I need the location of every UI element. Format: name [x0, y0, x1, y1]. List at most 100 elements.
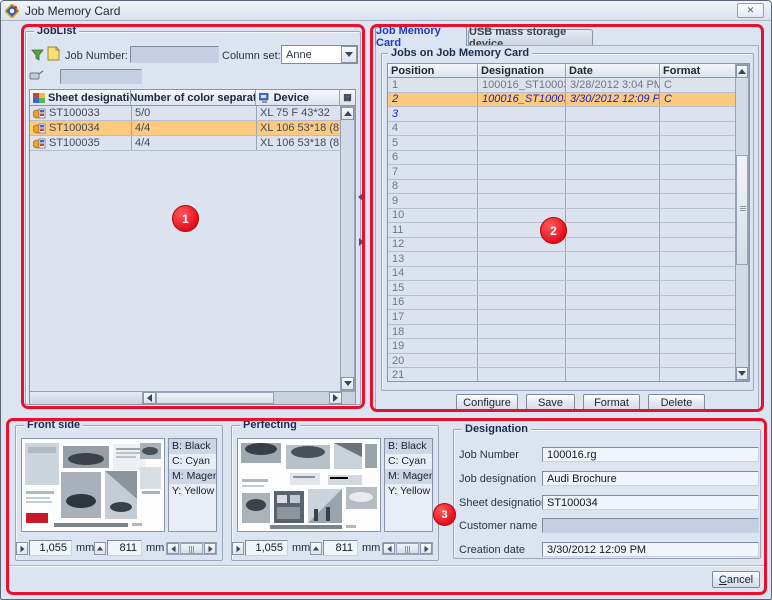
- save-button[interactable]: Save: [526, 394, 575, 411]
- scroll-left-button[interactable]: [167, 543, 179, 554]
- front-color-hscrollbar[interactable]: [166, 542, 217, 555]
- memory-card-vscrollbar[interactable]: [735, 64, 749, 381]
- table-configure-columns-button[interactable]: ▦: [340, 90, 355, 106]
- perfecting-color-hscrollbar[interactable]: [382, 542, 433, 555]
- column-header-format[interactable]: Format: [660, 64, 737, 78]
- joblist-row[interactable]: ST1000344/4XL 106 53*18 (811): [30, 121, 342, 136]
- clear-filter-icon[interactable]: [29, 70, 44, 84]
- memory-card-row[interactable]: 15: [388, 281, 737, 296]
- perfecting-width-field[interactable]: 1,055: [245, 540, 288, 556]
- arrow-right-icon: [236, 545, 240, 552]
- close-icon: ✕: [746, 5, 755, 15]
- arrow-left-icon: [171, 545, 175, 552]
- hscroll-thumb[interactable]: [180, 543, 203, 554]
- front-side-preview-image[interactable]: [21, 438, 165, 532]
- front-color-item: Y: Yellow: [172, 485, 215, 497]
- chevron-down-icon: [345, 52, 353, 57]
- arrow-down-icon: [738, 371, 746, 376]
- job-number-field[interactable]: 100016.rg: [542, 447, 759, 462]
- memory-card-row[interactable]: 21: [388, 368, 737, 381]
- joblist-vscrollbar[interactable]: [340, 106, 355, 391]
- tab-job-memory-card[interactable]: Job Memory Card: [375, 25, 467, 49]
- memory-card-row[interactable]: 8: [388, 179, 737, 195]
- perfecting-preview-image[interactable]: [237, 438, 381, 532]
- scroll-up-button[interactable]: [341, 107, 354, 120]
- joblist-row[interactable]: ST1000354/4XL 106 53*18 (811): [30, 136, 342, 151]
- memory-card-row[interactable]: 18: [388, 324, 737, 340]
- scroll-right-button[interactable]: [420, 543, 432, 554]
- vscroll-thumb[interactable]: [736, 155, 748, 265]
- memory-card-row[interactable]: 2100016_ST1000343/30/2012 12:09 PMC: [388, 92, 737, 108]
- front-height-field[interactable]: 811: [107, 540, 142, 556]
- joblist-hscrollbar[interactable]: [30, 391, 355, 404]
- arrow-right-icon: [424, 545, 428, 552]
- front-color-item: C: Cyan: [172, 455, 210, 467]
- job-number-input[interactable]: [130, 46, 219, 63]
- memory-card-row[interactable]: 20: [388, 353, 737, 369]
- scroll-left-button[interactable]: [383, 543, 395, 554]
- front-width-field[interactable]: 1,055: [29, 540, 72, 556]
- column-header-sheet-designation[interactable]: Sheet designation: [30, 90, 132, 106]
- column-header-date[interactable]: Date: [566, 64, 660, 78]
- perfecting-height-field[interactable]: 811: [323, 540, 358, 556]
- scroll-right-button[interactable]: [204, 543, 216, 554]
- front-height-direction-button[interactable]: [94, 542, 106, 555]
- memory-card-row[interactable]: 16: [388, 295, 737, 311]
- arrow-up-icon: [96, 546, 104, 551]
- column-set-select[interactable]: Anne: [281, 45, 358, 64]
- memory-card-row[interactable]: 1100016_ST1000333/28/2012 3:04 PMC: [388, 78, 737, 93]
- hscroll-thumb[interactable]: [156, 392, 274, 404]
- sheet-designation-field[interactable]: ST100034: [542, 495, 759, 510]
- front-width-direction-button[interactable]: [16, 542, 28, 555]
- memory-card-row[interactable]: 10: [388, 208, 737, 224]
- scroll-down-button[interactable]: [341, 377, 354, 390]
- tab-usb-mass-storage[interactable]: USB mass storage device: [468, 26, 593, 50]
- column-set-label: Column set:: [222, 50, 281, 62]
- joblist-table-body: ST100033 5/0 XL 75 F 43*32 ST100034 4/4 XL 10…: [30, 106, 342, 391]
- memory-card-table-body: 1100016_ST1000333/28/2012 3:04 PMC210001…: [388, 78, 737, 381]
- memory-card-row[interactable]: 3: [388, 107, 737, 122]
- splitter-grip[interactable]: [363, 208, 365, 230]
- memory-card-row[interactable]: 19: [388, 339, 737, 354]
- perfecting-width-direction-button[interactable]: [232, 542, 244, 555]
- memory-card-row[interactable]: 12: [388, 237, 737, 253]
- memory-card-row[interactable]: 13: [388, 252, 737, 267]
- cancel-button[interactable]: Cancel: [712, 571, 760, 588]
- arrow-left-icon: [387, 545, 391, 552]
- column-header-position[interactable]: Position: [388, 64, 478, 78]
- splitter-collapse-left-icon[interactable]: [358, 192, 363, 204]
- splitter-collapse-right-icon[interactable]: [359, 237, 364, 249]
- filter-icon[interactable]: [31, 48, 44, 64]
- delete-button[interactable]: Delete: [648, 394, 705, 411]
- memory-card-row[interactable]: 17: [388, 310, 737, 325]
- memory-card-row[interactable]: 7: [388, 165, 737, 180]
- job-note-icon[interactable]: [46, 45, 61, 64]
- hscroll-thumb[interactable]: [396, 543, 419, 554]
- memory-card-row[interactable]: 9: [388, 194, 737, 209]
- memory-card-row[interactable]: 6: [388, 150, 737, 166]
- close-button[interactable]: ✕: [737, 3, 764, 18]
- arrow-right-icon: [20, 545, 24, 552]
- column-set-dropdown-button[interactable]: [341, 46, 357, 63]
- memory-card-row[interactable]: 5: [388, 136, 737, 151]
- scroll-left-button[interactable]: [143, 392, 156, 404]
- joblist-group-label: JobList: [34, 25, 80, 37]
- memory-card-row[interactable]: 11: [388, 223, 737, 238]
- column-header-device[interactable]: Device: [255, 90, 341, 106]
- memory-card-row[interactable]: 14: [388, 266, 737, 282]
- creation-date-field[interactable]: 3/30/2012 12:09 PM: [542, 542, 759, 557]
- joblist-row[interactable]: ST100033 5/0 XL 75 F 43*32: [30, 106, 342, 121]
- scroll-down-button[interactable]: [736, 367, 748, 380]
- customer-name-field[interactable]: [542, 518, 759, 533]
- scroll-up-button[interactable]: [736, 65, 748, 78]
- perfecting-height-direction-button[interactable]: [310, 542, 322, 555]
- column-header-designation[interactable]: Designation: [478, 64, 566, 78]
- scroll-right-button[interactable]: [329, 392, 342, 404]
- format-button[interactable]: Format: [583, 394, 640, 411]
- configure-button[interactable]: Configure: [456, 394, 518, 411]
- sheet-column-icon: [33, 92, 45, 103]
- job-designation-field[interactable]: Audi Brochure: [542, 471, 759, 486]
- memory-card-row[interactable]: 4: [388, 121, 737, 137]
- filter-input[interactable]: [60, 69, 142, 84]
- column-header-color-separations[interactable]: Number of color separatio...: [131, 90, 256, 106]
